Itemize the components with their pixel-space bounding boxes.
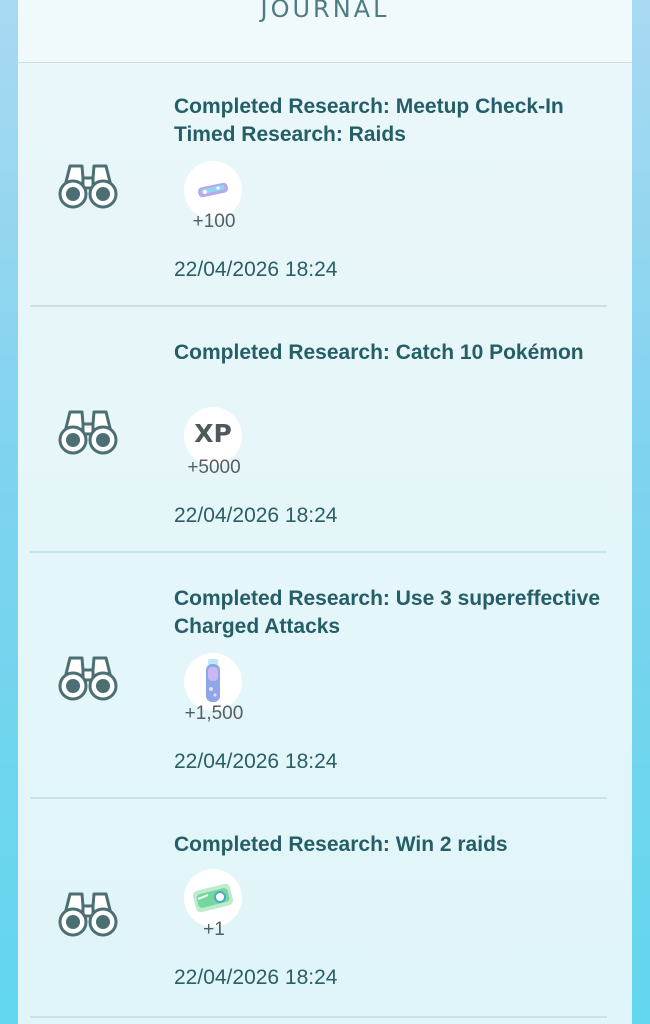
xp-label: XP bbox=[194, 419, 232, 448]
journal-entry[interactable]: Completed Research: Use 3 supereffective… bbox=[18, 554, 632, 799]
entry-divider bbox=[30, 1016, 607, 1018]
binoculars-icon bbox=[56, 884, 120, 940]
reward-amount: +1,500 bbox=[184, 703, 244, 724]
journal-panel: JOURNAL Completed Research: Meetup Check… bbox=[18, 0, 632, 1024]
reward-amount: +5000 bbox=[187, 457, 241, 478]
journal-header: JOURNAL bbox=[18, 0, 632, 63]
binoculars-icon bbox=[56, 156, 120, 212]
reward-item: +100 bbox=[184, 161, 244, 232]
binoculars-icon bbox=[56, 402, 120, 458]
entry-timestamp: 22/04/2026 18:24 bbox=[174, 966, 338, 989]
entry-timestamp: 22/04/2026 18:24 bbox=[174, 750, 338, 773]
journal-entry[interactable]: Completed Research: Win 2 raids +1 22/04… bbox=[18, 800, 632, 1024]
journal-entry[interactable]: Completed Research: Meetup Check-In Time… bbox=[18, 62, 632, 307]
entry-divider bbox=[30, 551, 607, 553]
reward-amount: +100 bbox=[192, 211, 236, 232]
entry-timestamp: 22/04/2026 18:24 bbox=[174, 504, 338, 527]
entry-divider bbox=[30, 305, 607, 307]
entry-divider bbox=[30, 797, 607, 799]
reward-item: +1 bbox=[184, 869, 244, 940]
reward-amount: +1 bbox=[203, 919, 225, 940]
entry-title: Completed Research: Use 3 supereffective… bbox=[174, 587, 600, 638]
entry-timestamp: 22/04/2026 18:24 bbox=[174, 258, 338, 281]
journal-entry[interactable]: Completed Research: Catch 10 Pokémon XP … bbox=[18, 308, 632, 553]
entry-title: Completed Research: Meetup Check-In Time… bbox=[174, 95, 564, 146]
entry-title: Completed Research: Win 2 raids bbox=[174, 833, 508, 856]
reward-item: XP +5000 bbox=[184, 407, 244, 478]
entry-title: Completed Research: Catch 10 Pokémon bbox=[174, 341, 584, 364]
binoculars-icon bbox=[56, 648, 120, 704]
reward-item: +1,500 bbox=[184, 653, 244, 724]
page-title: JOURNAL bbox=[260, 0, 390, 23]
